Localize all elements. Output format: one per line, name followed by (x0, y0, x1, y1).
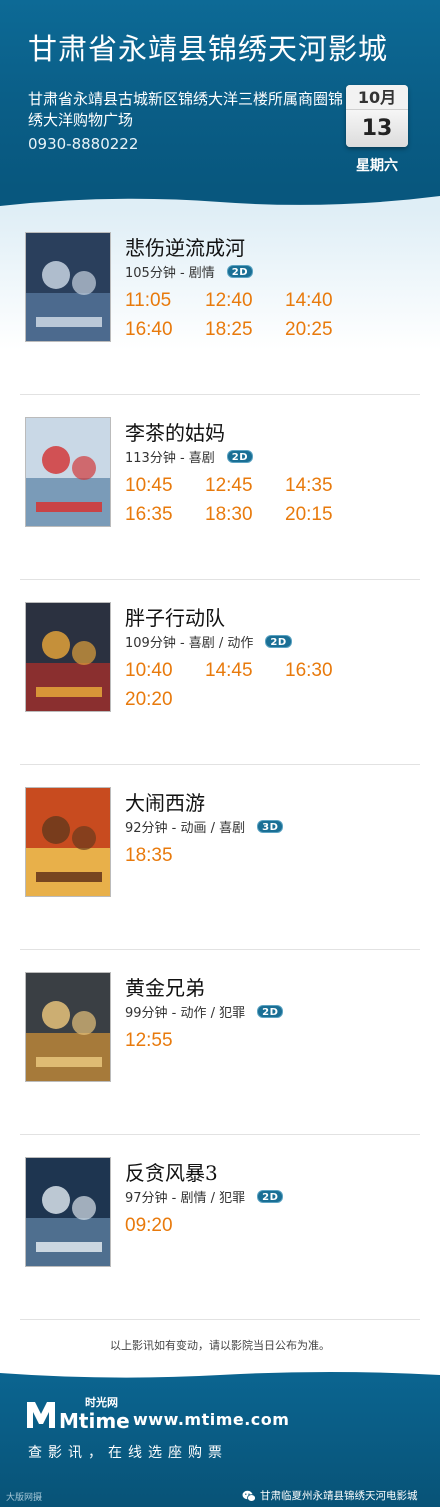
mtime-logo-icon[interactable]: Mtime 时光网 (25, 1394, 137, 1432)
format-badge: 2D (226, 264, 254, 278)
movie-poster[interactable] (25, 787, 111, 897)
slogan: 查影讯，在线选座购票 (28, 1445, 228, 1461)
showtime[interactable]: 09:20 (125, 1215, 205, 1244)
format-badge: 2D (257, 1189, 284, 1203)
cinema-address: 甘肃省永靖县古城新区锦绣大洋三楼所属商圈锦绣大洋购物广场 (28, 90, 344, 129)
movie-meta: 92分钟 - 动画 / 喜剧 3D (125, 818, 284, 836)
date-month: 10月 (346, 85, 408, 110)
movie-duration-genre: 92分钟 - 动画 / 喜剧 (125, 820, 246, 836)
showtime-list: 10:40 14:45 16:30 20:20 (125, 660, 425, 718)
showtime[interactable]: 20:15 (285, 504, 365, 533)
movie-item[interactable]: 黄金兄弟 99分钟 - 动作 / 犯罪 2D 12:55 (0, 950, 440, 1135)
showtime[interactable]: 14:45 (205, 660, 285, 689)
movie-meta: 97分钟 - 剧情 / 犯罪 2D (125, 1188, 284, 1206)
movie-poster[interactable] (25, 232, 111, 342)
format-badge: 2D (226, 449, 254, 463)
showtime-list: 09:20 (125, 1215, 425, 1244)
showtime-list: 10:45 12:45 14:35 16:35 18:30 20:15 (125, 475, 425, 533)
showtime[interactable]: 18:30 (205, 504, 285, 533)
showtime[interactable]: 18:35 (125, 845, 205, 874)
movie-meta: 105分钟 - 剧情 2D (125, 263, 254, 281)
movie-title[interactable]: 悲伤逆流成河 (125, 232, 245, 261)
movie-duration-genre: 105分钟 - 剧情 (125, 265, 215, 281)
format-badge: 2D (257, 1004, 284, 1018)
showtime[interactable]: 18:25 (205, 319, 285, 348)
movie-poster[interactable] (25, 417, 111, 527)
date-card: 10月 13 (346, 85, 408, 147)
showtime-list: 12:55 (125, 1030, 425, 1059)
format-badge: 3D (257, 819, 284, 833)
mtime-logo-cn: 时光网 (85, 1395, 118, 1409)
wechat-account-name: 甘肃临夏州永靖县锦绣天河电影城 (260, 1490, 418, 1502)
format-badge: 2D (265, 634, 292, 648)
movie-item[interactable]: 悲伤逆流成河 105分钟 - 剧情 2D 11:05 12:40 14:40 16:4… (0, 210, 440, 395)
movie-title[interactable]: 胖子行动队 (125, 602, 225, 631)
header: 甘肃省永靖县锦绣天河影城 甘肃省永靖县古城新区锦绣大洋三楼所属商圈锦绣大洋购物广… (0, 0, 440, 188)
movie-poster[interactable] (25, 602, 111, 712)
cinema-name: 甘肃省永靖县锦绣天河影城 (28, 32, 389, 66)
showtime[interactable]: 16:30 (285, 660, 365, 689)
movie-item[interactable]: 反贪风暴3 97分钟 - 剧情 / 犯罪 2D 09:20 (0, 1135, 440, 1320)
mtime-url[interactable]: www.mtime.com (133, 1410, 289, 1429)
watermark-text: 大版网摄 (6, 1493, 43, 1503)
date-day: 13 (346, 110, 408, 147)
showtime[interactable]: 20:25 (285, 319, 365, 348)
footer-bottom: 大版网摄 甘肃临夏州永靖县锦绣天河电影城 (0, 1485, 440, 1507)
wechat-icon (242, 1490, 256, 1502)
showtime[interactable]: 16:35 (125, 504, 205, 533)
movie-poster[interactable] (25, 1157, 111, 1267)
showtime[interactable]: 14:40 (285, 290, 365, 319)
showtime[interactable]: 10:45 (125, 475, 205, 504)
showtime[interactable]: 12:55 (125, 1030, 205, 1059)
movie-item[interactable]: 大闹西游 92分钟 - 动画 / 喜剧 3D 18:35 (0, 765, 440, 950)
movie-title[interactable]: 黄金兄弟 (125, 972, 205, 1001)
movie-item[interactable]: 李茶的姑妈 113分钟 - 喜剧 2D 10:45 12:45 14:35 16:35… (0, 395, 440, 580)
showtime-list: 11:05 12:40 14:40 16:40 18:25 20:25 (125, 290, 425, 348)
showtime[interactable]: 20:20 (125, 689, 205, 718)
movie-meta: 113分钟 - 喜剧 2D (125, 448, 254, 466)
footer: Mtime 时光网 www.mtime.com 查影讯，在线选座购票 大版网摄 … (0, 1369, 440, 1507)
movie-duration-genre: 97分钟 - 剧情 / 犯罪 (125, 1190, 246, 1206)
footer-wave (0, 1369, 440, 1378)
notice-text: 以上影讯如有变动，请以影院当日公布为准。 (110, 1339, 330, 1352)
date-weekday: 星期六 (356, 158, 398, 174)
showtime[interactable]: 14:35 (285, 475, 365, 504)
movie-meta: 99分钟 - 动作 / 犯罪 2D (125, 1003, 284, 1021)
showtime-list: 18:35 (125, 845, 425, 874)
showtime[interactable]: 12:40 (205, 290, 285, 319)
divider (20, 1319, 420, 1320)
header-wave (0, 188, 440, 210)
movie-title[interactable]: 大闹西游 (125, 787, 205, 816)
movie-poster[interactable] (25, 972, 111, 1082)
showtime[interactable]: 12:45 (205, 475, 285, 504)
movie-title[interactable]: 李茶的姑妈 (125, 417, 225, 446)
movie-duration-genre: 113分钟 - 喜剧 (125, 450, 215, 466)
showtime[interactable]: 11:05 (125, 290, 205, 319)
showtime[interactable]: 16:40 (125, 319, 205, 348)
movie-duration-genre: 99分钟 - 动作 / 犯罪 (125, 1005, 246, 1021)
movie-meta: 109分钟 - 喜剧 / 动作 2D (125, 633, 292, 651)
movie-title[interactable]: 反贪风暴3 (125, 1157, 218, 1186)
cinema-phone[interactable]: 0930-8880222 (28, 135, 138, 153)
movie-duration-genre: 109分钟 - 喜剧 / 动作 (125, 635, 254, 651)
movie-item[interactable]: 胖子行动队 109分钟 - 喜剧 / 动作 2D 10:40 14:45 16:30… (0, 580, 440, 765)
showtime[interactable]: 10:40 (125, 660, 205, 689)
mtime-logo-word: Mtime (59, 1409, 130, 1432)
